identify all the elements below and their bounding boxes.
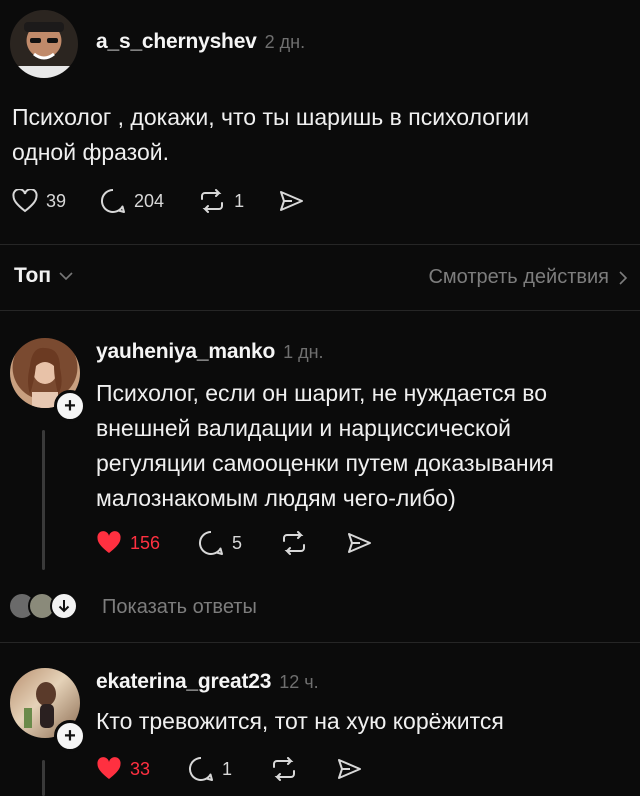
comment-icon bbox=[199, 530, 224, 555]
share-icon bbox=[338, 759, 362, 779]
replier-avatars bbox=[8, 592, 78, 620]
divider bbox=[0, 244, 640, 245]
reply-like-button[interactable]: 33 bbox=[96, 757, 150, 781]
post-author-name[interactable]: a_s_chernyshev bbox=[96, 30, 257, 54]
thread-line bbox=[42, 430, 45, 570]
post-repost-count: 1 bbox=[234, 190, 245, 211]
share-icon bbox=[348, 533, 372, 553]
follow-plus-button[interactable]: + bbox=[54, 390, 86, 422]
reply-share-button[interactable] bbox=[346, 531, 372, 555]
expand-replies-badge[interactable] bbox=[50, 592, 78, 620]
reply-share-button[interactable] bbox=[336, 757, 362, 781]
post-text-line: Психолог , докажи, что ты шаришь в психо… bbox=[12, 104, 530, 130]
chevron-down-icon bbox=[59, 272, 73, 281]
reply-text-line: малознакомым людям чего-либо) bbox=[96, 485, 456, 511]
reply-like-button[interactable]: 156 bbox=[96, 531, 160, 555]
divider bbox=[0, 310, 640, 311]
heart-icon bbox=[97, 531, 121, 553]
comment-icon bbox=[101, 188, 126, 213]
heart-icon bbox=[12, 189, 38, 213]
chevron-right-icon bbox=[619, 270, 628, 285]
reply-comment-button[interactable]: 5 bbox=[198, 530, 242, 556]
post-comment-button[interactable]: 204 bbox=[100, 188, 164, 214]
divider bbox=[0, 642, 640, 643]
repost-icon bbox=[201, 189, 224, 213]
reply-text-line: Психолог, если он шарит, не нуждается во bbox=[96, 380, 548, 406]
reply-actions: 156 5 bbox=[96, 530, 372, 556]
post-like-count: 39 bbox=[46, 190, 67, 211]
heart-icon bbox=[97, 757, 121, 779]
reply-text-line: внешней валидации и нарциссической bbox=[96, 415, 512, 441]
sort-label: Топ bbox=[14, 264, 52, 287]
reply-comment-count: 1 bbox=[222, 758, 233, 779]
reply-repost-button[interactable] bbox=[270, 757, 298, 781]
show-replies-link[interactable]: Показать ответы bbox=[102, 596, 257, 619]
view-activity-link[interactable]: Смотреть действия bbox=[428, 266, 628, 289]
plus-icon: + bbox=[64, 395, 76, 417]
post-text-line: одной фразой. bbox=[12, 139, 170, 165]
sort-dropdown[interactable]: Топ bbox=[14, 264, 73, 288]
post-actions: 39 204 1 bbox=[12, 188, 304, 214]
plus-icon: + bbox=[64, 725, 76, 747]
reply-comment-count: 5 bbox=[232, 532, 243, 553]
reply-like-count: 33 bbox=[130, 758, 151, 779]
reply-text: Психолог, если он шарит, не нуждается во… bbox=[96, 376, 636, 516]
post-time: 2 дн. bbox=[264, 32, 306, 52]
share-icon bbox=[280, 191, 304, 211]
follow-plus-button[interactable]: + bbox=[54, 720, 86, 752]
post-share-button[interactable] bbox=[278, 189, 304, 213]
reply-time: 1 дн. bbox=[283, 342, 324, 362]
comment-icon bbox=[189, 756, 214, 781]
reply-comment-button[interactable]: 1 bbox=[188, 756, 232, 782]
reply-actions: 33 1 bbox=[96, 756, 362, 782]
repost-icon bbox=[283, 531, 306, 555]
post-repost-button[interactable]: 1 bbox=[198, 189, 244, 213]
repost-icon bbox=[273, 757, 296, 781]
reply-text-line: Кто тревожится, тот на хую корёжится bbox=[96, 708, 504, 734]
post-author-avatar[interactable] bbox=[10, 10, 78, 78]
reply-author-name[interactable]: ekaterina_great23 bbox=[96, 670, 271, 694]
arrow-down-icon bbox=[58, 600, 70, 613]
reply-like-count: 156 bbox=[130, 532, 161, 553]
reply-repost-button[interactable] bbox=[280, 531, 308, 555]
reply-time: 12 ч. bbox=[279, 672, 319, 692]
thread-line bbox=[42, 760, 45, 796]
post-like-button[interactable]: 39 bbox=[12, 189, 66, 213]
post-comment-count: 204 bbox=[134, 190, 165, 211]
reply-author-name[interactable]: yauheniya_manko bbox=[96, 340, 275, 364]
reply-text: Кто тревожится, тот на хую корёжится bbox=[96, 704, 636, 739]
view-activity-label: Смотреть действия bbox=[428, 266, 609, 288]
reply-text-line: регуляции самооценки путем доказывания bbox=[96, 450, 554, 476]
post-text: Психолог , докажи, что ты шаришь в психо… bbox=[12, 100, 632, 170]
